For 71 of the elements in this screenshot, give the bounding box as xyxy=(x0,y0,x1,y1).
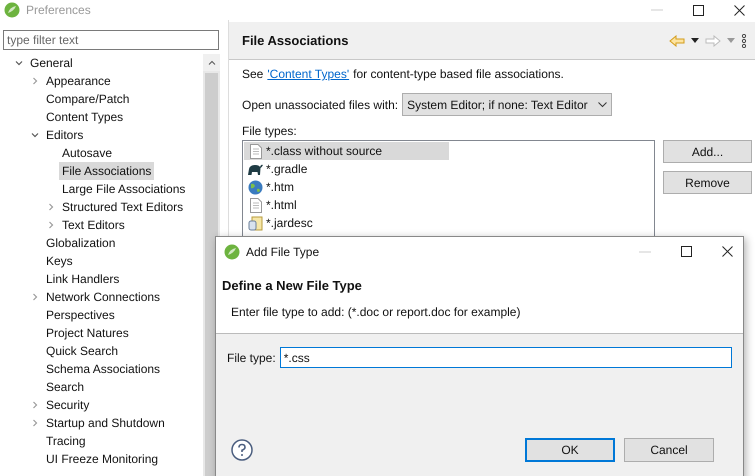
leaf-logo-icon xyxy=(224,244,240,260)
chevron-right-icon[interactable] xyxy=(31,401,39,409)
intro-text: See xyxy=(242,66,264,83)
chevron-right-icon[interactable] xyxy=(47,203,55,211)
tree-item[interactable]: Tracing xyxy=(43,432,89,450)
tree-item[interactable]: Security xyxy=(43,396,92,414)
forward-arrow-icon[interactable] xyxy=(705,34,721,46)
tree-item[interactable]: Editors xyxy=(43,126,86,144)
tree-item[interactable]: Quick Search xyxy=(43,342,122,360)
tree-item[interactable]: Appearance xyxy=(43,72,114,90)
file-type-row[interactable]: *.jardesc xyxy=(244,214,449,232)
content-types-link[interactable]: 'Content Types' xyxy=(267,65,350,83)
file-type-row[interactable]: *.htm xyxy=(244,178,449,196)
globe-icon xyxy=(248,180,263,194)
tree-item[interactable]: UI Freeze Monitoring xyxy=(43,450,162,468)
window-title: Preferences xyxy=(26,2,91,19)
back-arrow-icon[interactable] xyxy=(669,34,685,46)
dialog-heading: Define a New File Type xyxy=(222,277,363,295)
more-options-icon[interactable] xyxy=(741,34,747,48)
dialog-message: Enter file type to add: (*.doc or report.doc for example) xyxy=(231,304,522,320)
chevron-down-icon[interactable] xyxy=(31,131,39,139)
file-type-field[interactable]: *.css xyxy=(280,347,732,368)
dropdown-caret-icon[interactable] xyxy=(691,38,699,43)
editor-dropdown[interactable]: System Editor; if none: Text Editor xyxy=(402,93,612,116)
chevron-right-icon[interactable] xyxy=(31,293,39,301)
scroll-up-icon[interactable] xyxy=(208,60,216,65)
file-types-label: File types: xyxy=(242,123,298,138)
chevron-down-icon xyxy=(598,102,607,108)
tree-item[interactable]: Structured Text Editors xyxy=(59,198,186,216)
elephant-icon xyxy=(247,162,264,176)
tree-item[interactable]: Compare/Patch xyxy=(43,90,132,108)
chevron-right-icon[interactable] xyxy=(47,221,55,229)
help-icon[interactable] xyxy=(231,439,253,461)
jar-icon xyxy=(248,216,263,230)
document-icon xyxy=(250,144,262,158)
file-type-label: File type: xyxy=(227,350,276,366)
close-icon[interactable] xyxy=(734,4,745,16)
tree-item[interactable]: Perspectives xyxy=(43,306,118,324)
filter-field[interactable]: type filter text xyxy=(3,30,219,50)
file-type-row[interactable]: *.html xyxy=(244,196,449,214)
dialog-button[interactable]: OK xyxy=(525,438,615,462)
maximize-icon[interactable] xyxy=(693,4,704,16)
chevron-right-icon[interactable] xyxy=(31,77,39,85)
chevron-down-icon[interactable] xyxy=(15,59,23,67)
chevron-right-icon[interactable] xyxy=(31,419,39,427)
tree-item[interactable]: Autosave xyxy=(59,144,116,162)
dialog-button[interactable]: Cancel xyxy=(624,438,714,462)
document-icon xyxy=(250,198,262,212)
tree-item[interactable]: Startup and Shutdown xyxy=(43,414,168,432)
tree-item[interactable]: Link Handlers xyxy=(43,270,122,288)
file-type-row[interactable]: *.class without source xyxy=(244,142,449,160)
tree-item[interactable]: Content Types xyxy=(43,108,126,126)
tree-item[interactable]: General xyxy=(27,54,76,72)
tree-item[interactable]: Project Natures xyxy=(43,324,132,342)
file-type-row[interactable]: *.gradle xyxy=(244,160,449,178)
intro-text: for content-type based file associations. xyxy=(353,66,564,83)
tree-item[interactable]: Search xyxy=(43,378,88,396)
tree-item[interactable]: Text Editors xyxy=(59,216,128,234)
tree-item[interactable]: Keys xyxy=(43,252,76,270)
tree-item[interactable]: Network Connections xyxy=(43,288,164,306)
dialog-title: Add File Type xyxy=(246,244,320,260)
tree-item[interactable]: Schema Associations xyxy=(43,360,164,378)
tree-item[interactable]: Globalization xyxy=(43,234,118,252)
action-button[interactable]: Remove xyxy=(663,171,752,194)
action-button[interactable]: Add... xyxy=(663,140,752,163)
page-title: File Associations xyxy=(242,32,348,50)
open-with-label: Open unassociated files with: xyxy=(242,96,398,114)
maximize-icon[interactable] xyxy=(681,246,692,257)
close-icon[interactable] xyxy=(722,246,733,257)
tree-item[interactable]: Large File Associations xyxy=(59,180,188,198)
tree-item[interactable]: File Associations xyxy=(59,162,154,180)
